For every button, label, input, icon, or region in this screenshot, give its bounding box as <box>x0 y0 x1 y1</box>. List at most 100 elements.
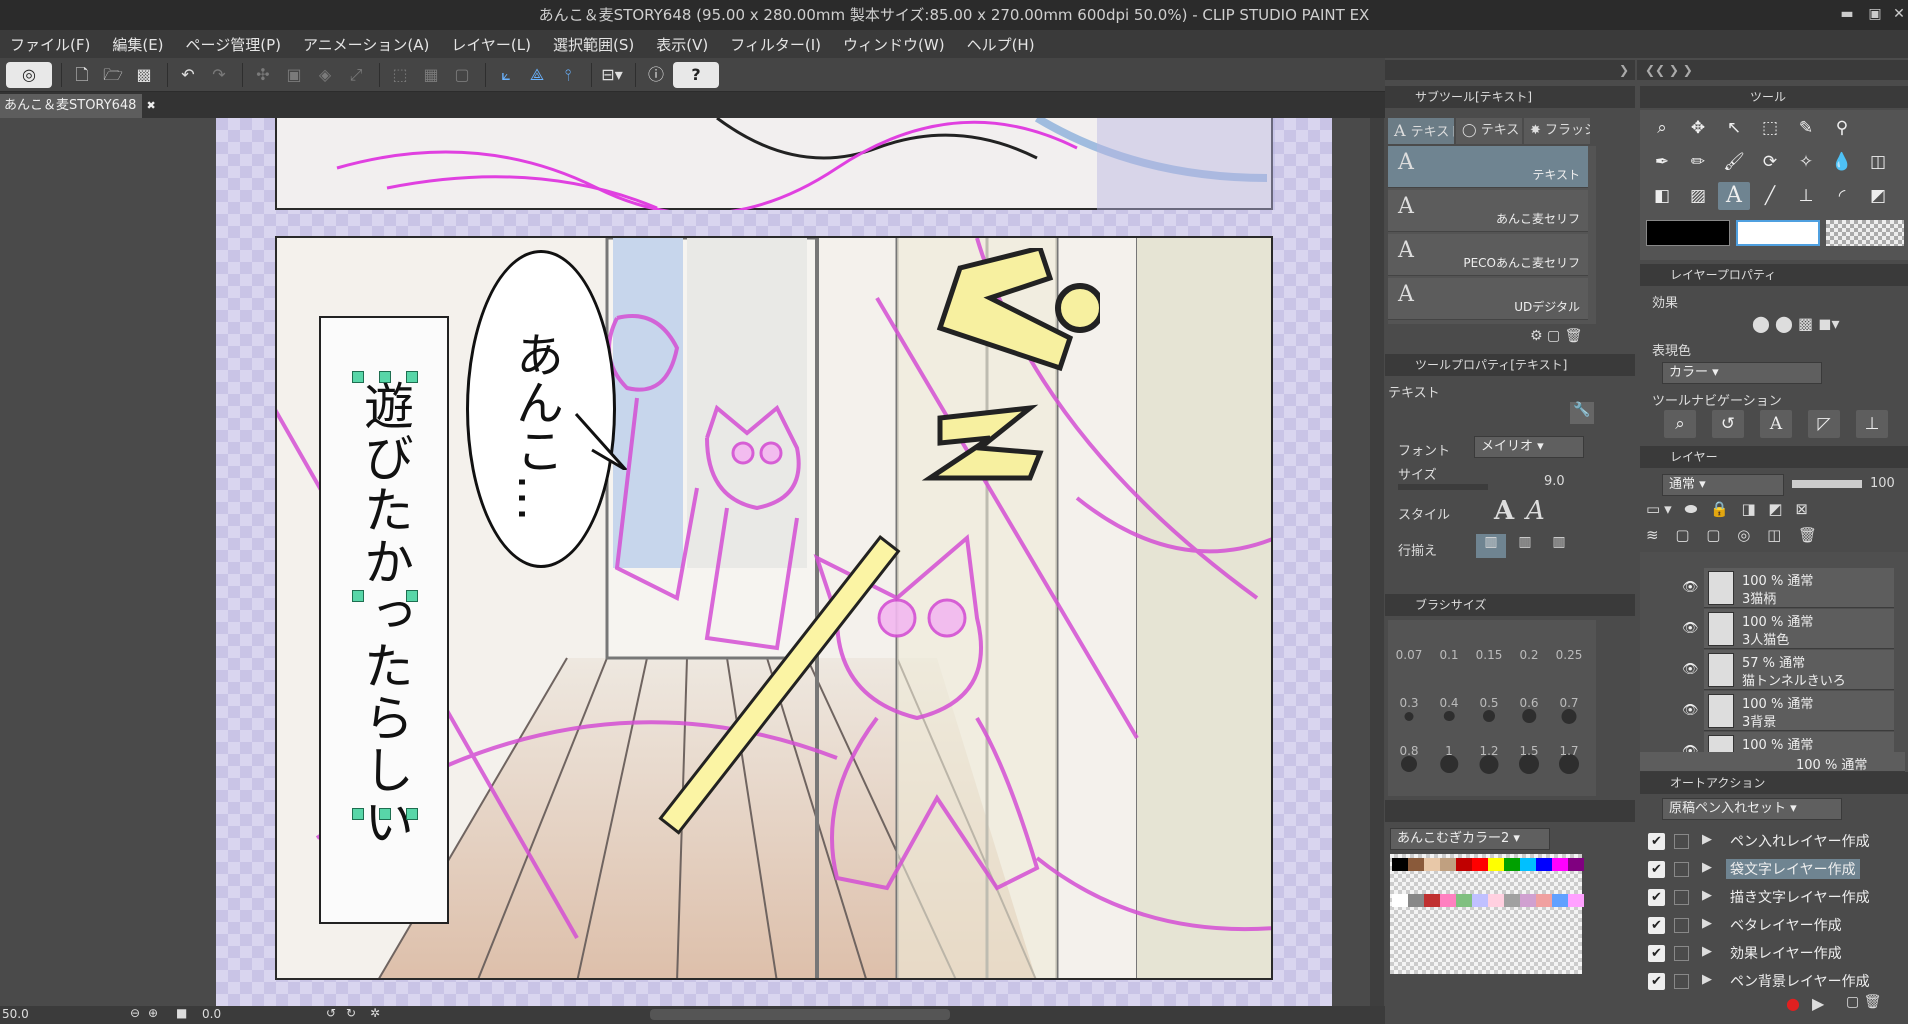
color-swatch[interactable] <box>1408 858 1424 871</box>
new-file-icon[interactable]: 🗋 <box>68 62 96 88</box>
text-handle-left[interactable] <box>352 590 364 602</box>
grid-snap-icon[interactable]: ⫯ <box>554 62 582 88</box>
operation-tool-icon[interactable]: ↖ <box>1718 114 1750 142</box>
check-icon[interactable]: ✔ <box>1648 889 1665 906</box>
color-swatch[interactable] <box>1408 894 1424 907</box>
text-handle-bottom-right[interactable] <box>406 808 418 820</box>
upper-panel[interactable] <box>275 118 1275 210</box>
align-center-icon[interactable]: ▥ <box>1510 534 1540 558</box>
check-icon[interactable]: ✔ <box>1648 973 1665 990</box>
rotate-left-icon[interactable]: ↺ <box>326 1006 336 1020</box>
save-icon[interactable]: ▩ <box>130 62 158 88</box>
layer-toolbar-icons[interactable]: ▭▾ ⬬ 🔒 ◨ ◩ ⊠ <box>1646 500 1812 518</box>
gradient-tool-icon[interactable]: ▨ <box>1682 182 1714 210</box>
play-icon[interactable]: ▶ <box>1812 994 1824 1013</box>
layerprop-header[interactable]: レイヤープロパティ <box>1640 264 1908 286</box>
zoom-in-icon[interactable]: ⊕ <box>148 1006 158 1020</box>
subtool-tab-flash[interactable]: ✸ フラッシュ <box>1524 118 1590 144</box>
dock-collapse-bar-left[interactable]: ❯ <box>1385 60 1635 80</box>
color-swatch[interactable] <box>1392 858 1408 871</box>
menu-edit[interactable]: 編集(E) <box>112 34 163 55</box>
tool-header[interactable]: ツール <box>1640 86 1908 108</box>
text-handle-bottom[interactable] <box>379 808 391 820</box>
rotate-right-icon[interactable]: ↻ <box>346 1006 356 1020</box>
blend-tool-icon[interactable]: 💧 <box>1826 148 1858 176</box>
angle-value[interactable]: 0.0 <box>202 1007 221 1021</box>
dialog-toggle[interactable] <box>1674 890 1689 905</box>
sound-effect[interactable] <box>920 245 1105 508</box>
zoom-value[interactable]: 50.0 <box>2 1007 29 1021</box>
eyedropper-icon[interactable]: ⚲ <box>1826 114 1858 142</box>
subtool-preset-anko[interactable]: A あんこ麦セリフ <box>1388 190 1588 232</box>
layer-row[interactable]: 👁 100 % 通常 3人猫色 <box>1682 609 1894 649</box>
dialog-toggle[interactable] <box>1674 918 1689 933</box>
font-dropdown[interactable]: メイリオ ▾ <box>1474 436 1584 458</box>
text-handle-top-right[interactable] <box>406 371 418 383</box>
autoaction-item[interactable]: ✔ ▶ ベタレイヤー作成 <box>1640 912 1905 939</box>
vertical-scrollbar[interactable] <box>1370 118 1384 1006</box>
fit-icon[interactable]: ■ <box>176 1006 187 1020</box>
minimize-icon[interactable]: ▬ <box>1832 4 1862 24</box>
selection-tool-icon[interactable]: ⬚ <box>1754 114 1786 142</box>
color-swatch[interactable] <box>1520 894 1536 907</box>
nav-curve-icon[interactable]: ↺ <box>1712 410 1744 438</box>
fill-tool-icon[interactable]: ◧ <box>1646 182 1678 210</box>
frame-tool-icon[interactable]: ⊥ <box>1790 182 1822 210</box>
autoaction-item[interactable]: ✔ ▶ 描き文字レイヤー作成 <box>1640 884 1905 911</box>
zoom-out-icon[interactable]: ⊖ <box>130 1006 140 1020</box>
brush-size-12[interactable]: 1.2 <box>1470 744 1508 802</box>
expand-icon[interactable]: ▶ <box>1702 888 1712 903</box>
autoaction-set-dropdown[interactable]: 原稿ペン入れセット ▾ <box>1662 798 1842 820</box>
transparent-color-swatch[interactable] <box>1826 220 1904 246</box>
clear-icon[interactable]: ✣ <box>249 62 277 88</box>
caption-text[interactable]: 遊びたかったらしい <box>355 380 415 848</box>
expand-icon[interactable]: ▶ <box>1702 860 1712 875</box>
brush-size-11[interactable]: 1 <box>1430 744 1468 802</box>
colorset-header[interactable] <box>1385 800 1635 822</box>
color-swatch[interactable] <box>1456 858 1472 871</box>
dialog-toggle[interactable] <box>1674 946 1689 961</box>
size-value[interactable]: 9.0 <box>1544 474 1565 489</box>
color-swatch[interactable] <box>1568 858 1584 871</box>
layer-row[interactable]: 👁 100 % 通常 3背景 <box>1682 691 1894 731</box>
layer-row[interactable]: 👁 57 % 通常 猫トンネルきいろ <box>1682 650 1894 690</box>
deselect-icon[interactable]: ⬚ <box>386 62 414 88</box>
colorset-dropdown[interactable]: あんこむぎカラー2 ▾ <box>1390 828 1550 850</box>
tablet-mode-icon[interactable]: ⊟▾ <box>598 62 626 88</box>
ruler-tool-icon[interactable]: ◜ <box>1826 182 1858 210</box>
menu-file[interactable]: ファイル(F) <box>10 34 90 55</box>
redo-icon[interactable]: ↷ <box>205 62 233 88</box>
move-tool-icon[interactable]: ✥ <box>1682 114 1714 142</box>
auto-select-icon[interactable]: ✎ <box>1790 114 1822 142</box>
eye-icon[interactable]: 👁 <box>1682 621 1699 636</box>
text-handle-bottom-left[interactable] <box>352 808 364 820</box>
autoaction-item[interactable]: ✔ ▶ 効果レイヤー作成 <box>1640 940 1905 967</box>
color-swatch-grid[interactable] <box>1390 854 1582 974</box>
expand-icon[interactable]: ▶ <box>1702 972 1712 987</box>
dialog-toggle[interactable] <box>1674 974 1689 989</box>
eraser-tool-icon[interactable]: ◫ <box>1862 148 1894 176</box>
bubble-text[interactable]: あんこ… <box>505 330 565 522</box>
color-swatch[interactable] <box>1568 894 1584 907</box>
layer-actions-icons[interactable]: ≋ ▢ ▢ ◎ ◫ 🗑 <box>1646 526 1823 544</box>
check-icon[interactable]: ✔ <box>1648 833 1665 850</box>
brush-size-14[interactable]: 1.7 <box>1550 744 1588 802</box>
subtool-tab-balloon[interactable]: ◯ テキスト <box>1456 118 1522 144</box>
layer-row[interactable]: 👁 100 % 通常 3猫柄 <box>1682 568 1894 608</box>
expand-icon[interactable]: ▶ <box>1702 916 1712 931</box>
check-icon[interactable]: ✔ <box>1648 861 1665 878</box>
color-swatch[interactable] <box>1472 858 1488 871</box>
size-slider[interactable] <box>1398 484 1488 490</box>
autoaction-new-icon[interactable]: ▢ 🗑 <box>1846 994 1881 1010</box>
text-handle-top-left[interactable] <box>352 371 364 383</box>
main-color-swatch[interactable] <box>1646 220 1730 246</box>
expand-icon[interactable]: ▶ <box>1702 944 1712 959</box>
layer-header[interactable]: レイヤー <box>1640 446 1908 468</box>
horizontal-scrollbar[interactable] <box>650 1009 950 1020</box>
subtool-header[interactable]: サブツール[テキスト] <box>1385 86 1635 108</box>
special-ruler-snap-icon[interactable]: ⟁ <box>523 62 551 88</box>
expand-icon[interactable]: ▶ <box>1702 832 1712 847</box>
effect-icons[interactable]: ⬤ ⬤ ▩ ◼▾ <box>1752 314 1840 333</box>
fill-icon[interactable]: ◈ <box>311 62 339 88</box>
menu-selection[interactable]: 選択範囲(S) <box>553 34 634 55</box>
